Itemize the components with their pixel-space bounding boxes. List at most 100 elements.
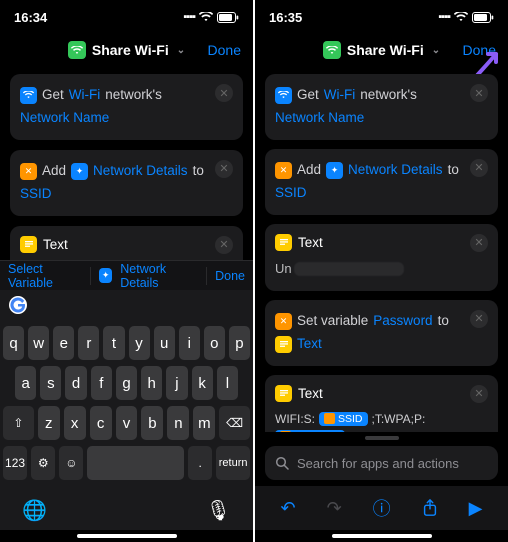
text-label: Text	[298, 386, 323, 401]
key-l[interactable]: l	[217, 366, 238, 400]
undo-button[interactable]: ↶	[280, 498, 295, 519]
key-x[interactable]: x	[64, 406, 86, 440]
get-tail: network's	[360, 84, 417, 107]
key-i[interactable]: i	[179, 326, 200, 360]
clock: 16:34	[14, 10, 47, 25]
close-icon[interactable]: ✕	[470, 84, 488, 102]
magic-var-icon: ✦	[71, 163, 88, 180]
nav-title[interactable]: Share Wi-Fi ⌄	[68, 41, 185, 59]
close-icon[interactable]: ✕	[470, 234, 488, 252]
key-c[interactable]: c	[90, 406, 112, 440]
add-target-token[interactable]: SSID	[20, 183, 52, 206]
action-text-2[interactable]: ✕ Text WIFI:S: SSID ;T:WPA;P: Password ;…	[265, 375, 498, 432]
key-w[interactable]: w	[28, 326, 49, 360]
key-a[interactable]: a	[15, 366, 36, 400]
title-label: Share Wi-Fi	[92, 42, 169, 58]
setvar-name-token[interactable]: Password	[373, 310, 432, 333]
done-button[interactable]: Done	[463, 42, 496, 58]
key-e[interactable]: e	[53, 326, 74, 360]
chevron-down-icon: ⌄	[177, 45, 185, 56]
search-actions-input[interactable]: Search for apps and actions	[265, 446, 498, 480]
run-button[interactable]: ▶	[469, 498, 483, 519]
get-field-token[interactable]: Network Name	[275, 107, 364, 130]
close-icon[interactable]: ✕	[470, 310, 488, 328]
key-v[interactable]: v	[116, 406, 138, 440]
key-n[interactable]: n	[167, 406, 189, 440]
key-emoji[interactable]: ☺	[59, 446, 83, 480]
key-o[interactable]: o	[204, 326, 225, 360]
text-block-icon	[275, 385, 292, 402]
nav-title[interactable]: Share Wi-Fi ⌄	[323, 41, 440, 59]
key-row-3: ⇧ z x c v b n m ⌫	[3, 406, 250, 440]
home-indicator[interactable]	[77, 534, 177, 538]
key-m[interactable]: m	[193, 406, 215, 440]
drag-handle[interactable]	[365, 436, 399, 440]
mic-icon[interactable]: 🎙	[206, 498, 231, 523]
key-f[interactable]: f	[91, 366, 112, 400]
wifi-block-icon	[275, 87, 292, 104]
action-get-wifi[interactable]: ✕ Get Wi-Fi network's Network Name	[10, 74, 243, 140]
key-shift[interactable]: ⇧	[3, 406, 34, 440]
action-add-variable[interactable]: ✕ ✕ Add ✦ Network Details to SSID	[265, 149, 498, 215]
setvar-target-token[interactable]: Text	[297, 333, 322, 356]
close-icon[interactable]: ✕	[215, 160, 233, 178]
key-g[interactable]: g	[116, 366, 137, 400]
action-set-variable[interactable]: ✕ ✕ Set variable Password to Text	[265, 300, 498, 366]
key-space[interactable]	[87, 446, 184, 480]
keyboard[interactable]: q w e r t y u i o p a s d f g h j k l ⇧ …	[0, 320, 253, 490]
key-p[interactable]: p	[229, 326, 250, 360]
action-add-variable[interactable]: ✕ ✕ Add ✦ Network Details to SSID	[10, 150, 243, 216]
key-y[interactable]: y	[129, 326, 150, 360]
home-indicator[interactable]	[332, 534, 432, 538]
text-block-icon	[275, 234, 292, 251]
password-chip[interactable]: Password	[275, 430, 345, 432]
add-var-token[interactable]: Network Details	[348, 159, 443, 182]
keyboard-suggestion-bar	[0, 290, 253, 320]
key-q[interactable]: q	[3, 326, 24, 360]
key-d[interactable]: d	[65, 366, 86, 400]
action-text[interactable]: ✕ Text Un	[10, 226, 243, 260]
key-return[interactable]: return	[216, 446, 250, 480]
close-icon[interactable]: ✕	[215, 84, 233, 102]
key-backspace[interactable]: ⌫	[219, 406, 250, 440]
key-u[interactable]: u	[154, 326, 175, 360]
add-verb: Add	[297, 159, 321, 182]
get-wifi-token[interactable]: Wi-Fi	[324, 84, 355, 107]
done-button[interactable]: Done	[208, 42, 241, 58]
acc-variable-token[interactable]: Network Details	[120, 262, 198, 290]
close-icon[interactable]: ✕	[215, 236, 233, 254]
keyboard-done-button[interactable]: Done	[215, 269, 245, 283]
text-body[interactable]: Un	[275, 261, 488, 277]
key-r[interactable]: r	[78, 326, 99, 360]
get-wifi-token[interactable]: Wi-Fi	[69, 84, 100, 107]
info-button[interactable]: ⓘ	[373, 495, 391, 521]
close-icon[interactable]: ✕	[470, 159, 488, 177]
key-k[interactable]: k	[192, 366, 213, 400]
key-s[interactable]: s	[40, 366, 61, 400]
add-var-token[interactable]: Network Details	[93, 160, 188, 183]
key-numbers[interactable]: 123	[3, 446, 27, 480]
wifi-string-row[interactable]: WIFI:S: SSID ;T:WPA;P: Password ;;	[275, 412, 488, 432]
get-field-token[interactable]: Network Name	[20, 107, 109, 130]
action-get-wifi[interactable]: ✕ Get Wi-Fi network's Network Name	[265, 74, 498, 140]
key-period[interactable]: .	[188, 446, 212, 480]
wifistr-mid: ;T:WPA;P:	[372, 412, 426, 426]
add-target-token[interactable]: SSID	[275, 182, 307, 205]
action-text[interactable]: ✕ Text Un	[265, 224, 498, 291]
key-settings[interactable]: ⚙︎	[31, 446, 55, 480]
key-b[interactable]: b	[141, 406, 163, 440]
variable-block-icon: ✕	[275, 162, 292, 179]
globe-icon[interactable]: 🌐	[22, 498, 47, 523]
close-icon[interactable]: ✕	[470, 385, 488, 403]
redo-button: ↷	[327, 498, 342, 519]
share-button[interactable]	[422, 499, 438, 517]
select-variable-button[interactable]: Select Variable	[8, 262, 82, 290]
key-h[interactable]: h	[141, 366, 162, 400]
ssid-chip[interactable]: SSID	[319, 412, 368, 426]
google-icon[interactable]	[8, 295, 28, 315]
key-z[interactable]: z	[38, 406, 60, 440]
key-t[interactable]: t	[103, 326, 124, 360]
key-j[interactable]: j	[166, 366, 187, 400]
keyboard-bottom: 🌐 🎙	[0, 490, 253, 530]
wifistr-tail: ;;	[349, 430, 356, 432]
